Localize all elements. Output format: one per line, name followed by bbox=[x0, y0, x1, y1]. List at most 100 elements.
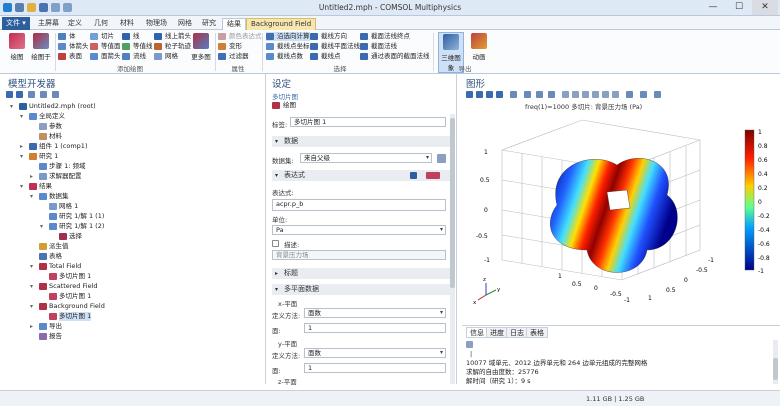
tree-node-background-field[interactable]: ▾ Background Field bbox=[30, 302, 105, 311]
section-multiplane[interactable]: ▾ 多平面数据 bbox=[272, 284, 450, 295]
mesh-plot-button[interactable]: 网格 bbox=[154, 52, 178, 61]
compute-along-selection-button[interactable]: 沿选向计算 bbox=[266, 32, 310, 41]
deformation-button[interactable]: 变形 bbox=[218, 42, 242, 51]
minimize-button[interactable]: — bbox=[700, 0, 726, 15]
render-icon[interactable] bbox=[592, 91, 599, 98]
filter-button[interactable]: 过滤器 bbox=[218, 52, 249, 61]
cut-plane-normal-button[interactable]: 截线平面法线 bbox=[310, 42, 360, 51]
tab-study[interactable]: 研究 bbox=[198, 18, 220, 30]
tree-node-results[interactable]: ▾ 结果 bbox=[20, 182, 52, 191]
tree-node-total-field[interactable]: ▾ Total Field bbox=[30, 262, 81, 271]
tab-results[interactable]: 结果 bbox=[222, 18, 246, 30]
settings-scrollbar-thumb[interactable] bbox=[450, 118, 455, 288]
tree-node-study[interactable]: ▾ 研究 1 bbox=[20, 152, 58, 161]
zoom-in-icon[interactable] bbox=[466, 91, 473, 98]
section-normal-end-button[interactable]: 截面法线终点 bbox=[360, 32, 410, 41]
expression-input[interactable]: acpr.p_b bbox=[272, 199, 446, 211]
scene-light-icon[interactable] bbox=[562, 91, 569, 98]
tree-node-solution-1[interactable]: 研究 1/解 1 (1) bbox=[49, 212, 104, 221]
isosurface-button[interactable]: 等值面 bbox=[90, 42, 121, 51]
color-expression-button[interactable]: 颜色表达式 bbox=[218, 32, 262, 41]
plot-button[interactable]: 绘图 bbox=[6, 32, 28, 61]
tab-file[interactable]: 文件 ▾ bbox=[2, 17, 30, 30]
forward-icon[interactable] bbox=[16, 91, 23, 98]
tree-node-multislice-2[interactable]: 多切片图 1 bbox=[49, 292, 91, 301]
zoom-box-icon[interactable] bbox=[486, 91, 493, 98]
wireframe-icon[interactable] bbox=[582, 91, 589, 98]
x-planes-input[interactable]: 1 bbox=[304, 323, 446, 333]
print-icon[interactable] bbox=[654, 91, 661, 98]
cut-point-coords-button[interactable]: 截线点坐标 bbox=[266, 42, 310, 51]
select-icon[interactable] bbox=[524, 91, 531, 98]
tree-node-export[interactable]: ▸ 导出 bbox=[30, 322, 62, 331]
tab-mesh[interactable]: 网格 bbox=[174, 18, 196, 30]
tree-node-solver[interactable]: ▸ 求解器配置 bbox=[30, 172, 82, 181]
surface-button[interactable]: 表面 bbox=[58, 52, 82, 61]
slice-button[interactable]: 切片 bbox=[90, 32, 114, 41]
settings-scrollbar[interactable] bbox=[450, 114, 455, 384]
line-button[interactable]: 线 bbox=[122, 32, 140, 41]
tree-node-derived-values[interactable]: 派生值 bbox=[39, 242, 69, 251]
streamline-button[interactable]: 流线 bbox=[122, 52, 146, 61]
description-input[interactable]: 背景压力场 bbox=[272, 250, 446, 260]
cut-line-direction-button[interactable]: 截线方向 bbox=[310, 32, 347, 41]
tab-home[interactable]: 主屏幕 bbox=[34, 18, 63, 30]
particle-trajectory-button[interactable]: 粒子轨迹 bbox=[154, 42, 191, 51]
rotate-icon[interactable] bbox=[510, 91, 517, 98]
tree-node-datasets[interactable]: ▾ 数据集 bbox=[30, 192, 69, 201]
tab-table[interactable]: 表格 bbox=[526, 327, 548, 338]
tree-node-component[interactable]: ▸ 组件 1 (comp1) bbox=[20, 142, 87, 151]
section-title[interactable]: ▸ 标题 bbox=[272, 268, 450, 279]
plot-in-button[interactable]: 绘图于 bbox=[30, 32, 52, 61]
grid-icon[interactable] bbox=[602, 91, 609, 98]
tree-node-scattered-field[interactable]: ▾ Scattered Field bbox=[30, 282, 98, 291]
surface-arrow-button[interactable]: 面箭头 bbox=[90, 52, 121, 61]
tab-messages[interactable]: 信息 bbox=[466, 327, 488, 338]
line-arrow-button[interactable]: 线上箭头 bbox=[154, 32, 191, 41]
tree-node-tables[interactable]: 表格 bbox=[39, 252, 62, 261]
axis-icon[interactable] bbox=[612, 91, 619, 98]
tab-background-field[interactable]: Background Field bbox=[246, 18, 317, 30]
dataset-goto-icon[interactable] bbox=[437, 154, 446, 163]
x-define-method-select[interactable]: 面数 bbox=[304, 308, 446, 318]
animation-button[interactable]: 动画 bbox=[468, 32, 490, 61]
zoom-out-icon[interactable] bbox=[476, 91, 483, 98]
tree-node-mesh[interactable]: 网格 1 bbox=[49, 202, 78, 211]
more-plots-button[interactable]: 更多图 bbox=[190, 32, 212, 61]
tab-materials[interactable]: 材料 bbox=[116, 18, 138, 30]
dataset-select[interactable]: 来自父级 bbox=[300, 153, 432, 163]
zoom-extents-icon[interactable] bbox=[496, 91, 503, 98]
tree-node-solution-2[interactable]: ▾ 研究 1/解 1 (2) bbox=[40, 222, 104, 231]
tab-progress[interactable]: 进度 bbox=[486, 327, 508, 338]
section-normal-button[interactable]: 截面法线 bbox=[360, 42, 397, 51]
y-planes-input[interactable]: 1 bbox=[304, 363, 446, 373]
y-define-method-select[interactable]: 面数 bbox=[304, 348, 446, 358]
tab-geometry[interactable]: 几何 bbox=[90, 18, 112, 30]
tree-node-parameters[interactable]: 参数 bbox=[39, 122, 62, 131]
settings-plot-button[interactable]: 绘图 bbox=[272, 101, 296, 110]
tree-node-reports[interactable]: 报告 bbox=[39, 332, 62, 341]
transparency-icon[interactable] bbox=[572, 91, 579, 98]
tree-node-multislice-3-selected[interactable]: 多切片图 1 bbox=[49, 312, 92, 321]
contour-button[interactable]: 等值线 bbox=[122, 42, 153, 51]
messages-scrollbar-thumb[interactable] bbox=[773, 358, 778, 380]
back-icon[interactable] bbox=[6, 91, 13, 98]
screenshot-icon[interactable] bbox=[640, 91, 647, 98]
description-checkbox[interactable] bbox=[272, 240, 279, 247]
messages-scrollbar[interactable] bbox=[773, 340, 778, 384]
tree-node-root[interactable]: ▾ Untitled2.mph (root) bbox=[10, 102, 96, 111]
tree-node-multislice-1[interactable]: 多切片图 1 bbox=[49, 272, 91, 281]
surface-section-normal-button[interactable]: 通过表面的截面法线 bbox=[360, 52, 430, 61]
tree-node-step[interactable]: 步骤 1: 频域 bbox=[39, 162, 85, 171]
cut-line-point-button[interactable]: 截线点 bbox=[310, 52, 341, 61]
show-icon[interactable] bbox=[28, 91, 35, 98]
replace-expression-icon[interactable] bbox=[426, 172, 440, 179]
close-button[interactable]: ✕ bbox=[752, 0, 778, 15]
tree-node-materials[interactable]: 材料 bbox=[39, 132, 62, 141]
section-data[interactable]: ▾ 数据 bbox=[272, 136, 450, 147]
maximize-button[interactable]: ☐ bbox=[726, 0, 752, 15]
insert-expression-icon[interactable] bbox=[410, 172, 417, 179]
clear-messages-icon[interactable] bbox=[466, 341, 473, 348]
label-input[interactable]: 多切片图 1 bbox=[290, 117, 446, 127]
volume-button[interactable]: 体 bbox=[58, 32, 76, 41]
